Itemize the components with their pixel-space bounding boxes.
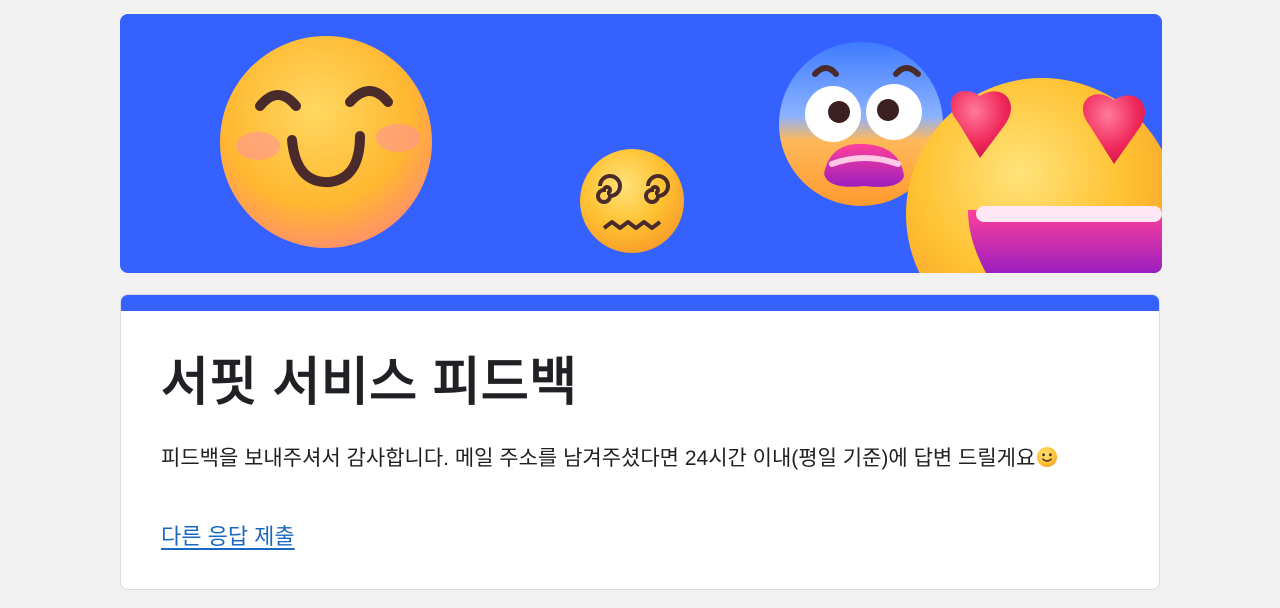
- form-description-text: 피드백을 보내주셔서 감사합니다. 메일 주소를 남겨주셨다면 24시간 이내(…: [161, 447, 1036, 470]
- header-banner: [120, 14, 1162, 273]
- smiling-face-icon: [220, 36, 432, 248]
- submit-another-response-link[interactable]: 다른 응답 제출: [161, 519, 295, 551]
- dizzy-face-icon: [580, 149, 684, 253]
- slightly-smiling-face-icon: [1037, 447, 1058, 467]
- form-header-card: 서핏 서비스 피드백 피드백을 보내주셔서 감사합니다. 메일 주소를 남겨주셨…: [120, 294, 1160, 590]
- card-accent-bar: [121, 295, 1159, 311]
- form-title: 서핏 서비스 피드백: [161, 354, 578, 412]
- form-description: 피드백을 보내주셔서 감사합니다. 메일 주소를 남겨주셨다면 24시간 이내(…: [161, 445, 1119, 473]
- form-container: 서핏 서비스 피드백 피드백을 보내주셔서 감사합니다. 메일 주소를 남겨주셨…: [120, 14, 1162, 590]
- heart-eyes-face-icon: [906, 78, 1162, 273]
